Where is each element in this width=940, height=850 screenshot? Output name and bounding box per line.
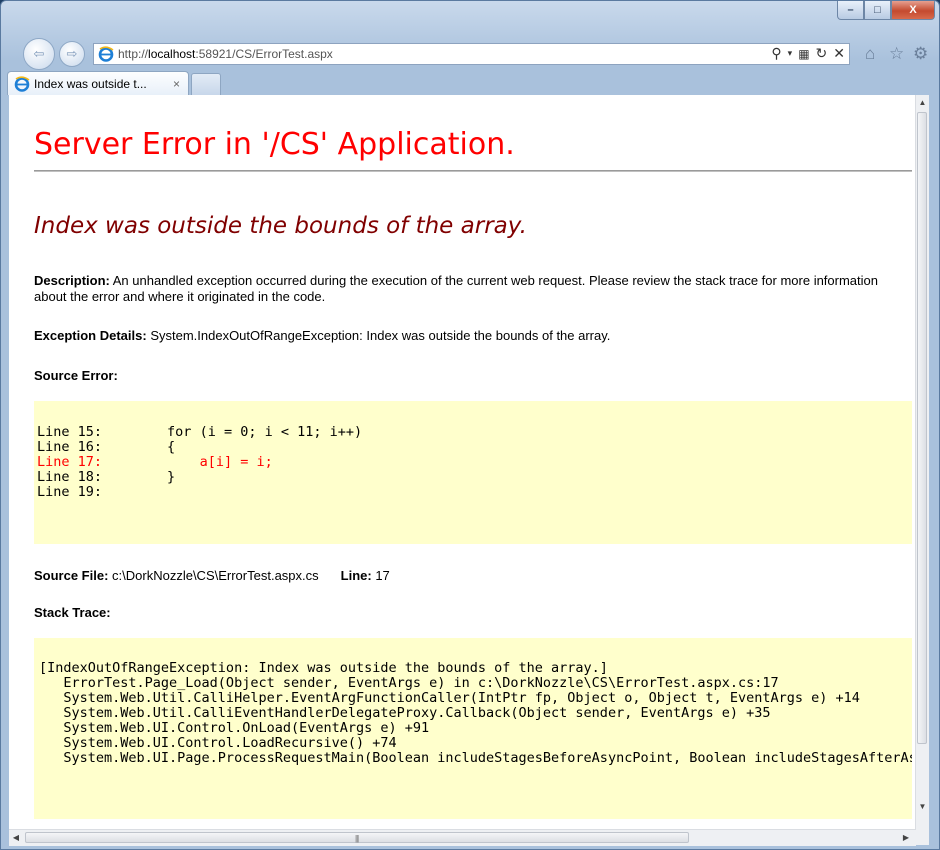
scroll-grip-icon: ||| (355, 834, 359, 843)
source-line-highlighted: Line 17: a[i] = i; (37, 455, 912, 470)
window-controls: – □ X (837, 1, 935, 21)
forward-button[interactable]: ⇨ (59, 41, 85, 67)
stack-trace-line: ErrorTest.Page_Load(Object sender, Event… (39, 675, 779, 691)
ie-logo-icon (14, 75, 30, 92)
line-number: Line 16: (37, 439, 103, 455)
compatibility-icon[interactable]: ▦ (798, 47, 809, 61)
refresh-icon[interactable]: ↻ (816, 45, 828, 62)
description: Description: An unhandled exception occu… (34, 273, 878, 304)
divider (34, 170, 912, 172)
address-tools: ⚲ ▾ ▦ ↻ ✕ (771, 45, 845, 62)
line-number: Line 15: (37, 424, 103, 440)
error-title: Index was outside the bounds of the arra… (34, 213, 527, 239)
address-url[interactable]: http://localhost:58921/CS/ErrorTest.aspx (118, 47, 333, 61)
line-number: Line 18: (37, 469, 103, 485)
dropdown-icon[interactable]: ▾ (788, 48, 793, 59)
back-button[interactable]: ⇦ (23, 38, 55, 70)
vertical-scrollbar[interactable]: ▲ ▼ (915, 95, 929, 829)
error-page: Server Error in '/CS' Application. Index… (9, 95, 916, 829)
maximize-button[interactable]: □ (864, 1, 891, 20)
source-error-label: Source Error: (34, 368, 118, 383)
address-bar[interactable]: http://localhost:58921/CS/ErrorTest.aspx… (93, 43, 850, 65)
settings-gear-icon[interactable]: ⚙ (913, 44, 928, 64)
scroll-right-arrow-icon[interactable]: ▶ (899, 830, 913, 846)
minimize-button[interactable]: – (837, 1, 864, 20)
search-icon[interactable]: ⚲ (771, 45, 781, 62)
line-code: } (102, 469, 176, 485)
stack-trace-line: System.Web.Util.CalliHelper.EventArgFunc… (39, 690, 860, 706)
scroll-up-arrow-icon[interactable]: ▲ (916, 95, 929, 110)
tab-title: Index was outside t... (34, 76, 147, 91)
stack-trace-line: System.Web.Util.CalliEventHandlerDelegat… (39, 705, 771, 721)
title-bar: – □ X (1, 1, 939, 39)
page-heading: Server Error in '/CS' Application. (34, 127, 515, 162)
ie-logo-icon (98, 46, 114, 62)
line-code: a[i] = i; (102, 454, 273, 470)
favorites-star-icon[interactable]: ☆ (889, 44, 904, 64)
line-code: { (102, 439, 176, 455)
page-viewport: Server Error in '/CS' Application. Index… (9, 95, 929, 829)
close-window-button[interactable]: X (891, 1, 935, 20)
source-line: Line 19: (37, 485, 912, 500)
scroll-corner (916, 829, 929, 845)
source-line: Line 16: { (37, 440, 912, 455)
stack-trace-code: [IndexOutOfRangeException: Index was out… (34, 638, 912, 819)
tab-strip: Index was outside t... × (1, 69, 939, 95)
stack-trace-line: [IndexOutOfRangeException: Index was out… (39, 660, 608, 676)
exception-details: Exception Details: System.IndexOutOfRang… (34, 328, 611, 343)
line-number: Line 19: (37, 484, 103, 500)
stack-trace-line: System.Web.UI.Control.OnLoad(EventArgs e… (39, 720, 430, 736)
stack-trace-line: System.Web.UI.Page.ProcessRequestMain(Bo… (63, 750, 912, 766)
source-line: Line 15: for (i = 0; i < 11; i++) (37, 425, 912, 440)
stop-icon[interactable]: ✕ (833, 45, 845, 62)
scroll-down-arrow-icon[interactable]: ▼ (916, 799, 929, 814)
forward-arrow-icon: ⇨ (66, 46, 78, 61)
horizontal-scrollbar[interactable]: ◀ ||| ▶ (9, 829, 916, 846)
navigation-bar: ⇦ ⇨ http://localhost:58921/CS/ErrorTest.… (1, 37, 939, 70)
source-error-code: Line 15: for (i = 0; i < 11; i++) Line 16… (34, 401, 912, 544)
tab-close-icon[interactable]: × (173, 77, 180, 91)
vertical-scroll-thumb[interactable] (917, 112, 927, 744)
home-icon[interactable]: ⌂ (865, 44, 875, 64)
source-file-info: Source File: c:\DorkNozzle\CS\ErrorTest.… (34, 568, 390, 583)
source-line: Line 18: } (37, 470, 912, 485)
back-arrow-icon: ⇦ (33, 46, 45, 61)
scroll-left-arrow-icon[interactable]: ◀ (9, 830, 23, 846)
new-tab-button[interactable] (191, 73, 221, 95)
tab-active[interactable]: Index was outside t... × (7, 71, 189, 95)
line-number: Line 17: (37, 454, 103, 470)
stack-trace-label: Stack Trace: (34, 605, 111, 620)
line-code: for (i = 0; i < 11; i++) (102, 424, 363, 440)
browser-window: – □ X ⇦ ⇨ http://localhost:58921/CS/Erro… (0, 0, 940, 850)
stack-trace-line: System.Web.UI.Control.LoadRecursive() +7… (39, 735, 397, 751)
